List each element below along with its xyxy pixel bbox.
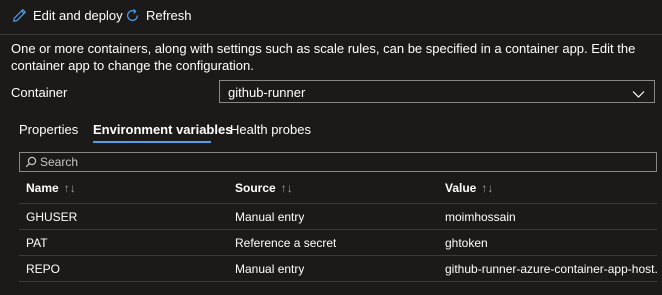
column-header-value[interactable]: Value ↑↓ [445,175,493,201]
cell-source: Manual entry [235,262,305,276]
description-text: One or more containers, along with setti… [11,41,636,73]
column-header-source[interactable]: Source ↑↓ [235,175,293,201]
column-header-value-label: Value [445,181,477,195]
cell-value: ghtoken [445,236,488,250]
column-header-name[interactable]: Name ↑↓ [26,175,76,201]
search-input[interactable] [40,153,640,171]
container-label: Container [11,85,68,100]
tab-environment-variables[interactable]: Environment variables [93,122,232,137]
table-row[interactable]: PAT Reference a secret ghtoken [19,230,657,255]
tab-properties[interactable]: Properties [19,122,78,137]
cell-source: Reference a secret [235,236,337,250]
table-row[interactable]: GHUSER Manual entry moimhossain [19,204,657,229]
row-divider [19,281,657,282]
sort-icon: ↑↓ [63,181,76,195]
sort-icon: ↑↓ [280,181,293,195]
cell-source: Manual entry [235,210,305,224]
active-tab-indicator [93,141,211,143]
chevron-down-icon [632,87,645,102]
search-icon [25,156,37,171]
cell-name: REPO [26,262,61,276]
table-row[interactable]: REPO Manual entry github-runner-azure-co… [19,256,657,281]
container-dropdown[interactable]: github-runner [219,80,655,103]
toolbar-divider [0,34,662,35]
search-box[interactable] [19,152,657,172]
edit-and-deploy-label: Edit and deploy [33,8,123,23]
refresh-label: Refresh [146,8,192,23]
refresh-icon [125,8,140,23]
column-header-name-label: Name [26,181,59,195]
tab-health-probes[interactable]: Health probes [230,122,311,137]
cell-name: GHUSER [26,210,78,224]
edit-and-deploy-button[interactable]: Edit and deploy [12,8,123,23]
cell-name: PAT [26,236,48,250]
command-bar: Edit and deploy Refresh [0,0,662,34]
sort-icon: ↑↓ [481,181,494,195]
cell-value: github-runner-azure-container-app-host..… [445,262,657,276]
pencil-icon [12,8,27,23]
container-dropdown-value: github-runner [228,85,306,100]
cell-value: moimhossain [445,210,516,224]
refresh-button[interactable]: Refresh [125,8,192,23]
column-header-source-label: Source [235,181,276,195]
